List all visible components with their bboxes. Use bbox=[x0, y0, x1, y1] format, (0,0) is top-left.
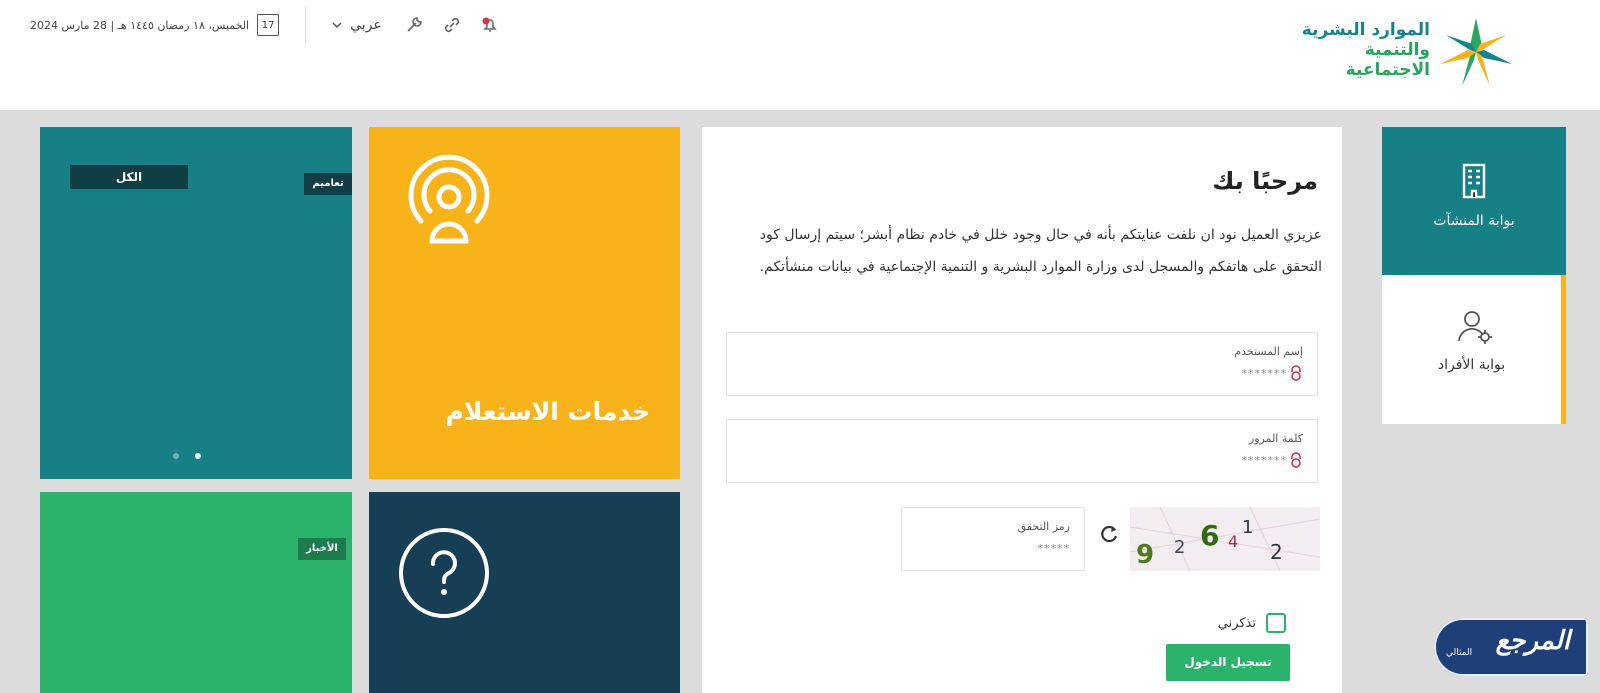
captcha-image: 9 2 6 4 1 2 bbox=[1130, 507, 1320, 571]
top-utility-bar: الخميس، ١٨ رمضان ١٤٤٥ هـ | 28 مارس 2024 … bbox=[30, 7, 500, 43]
tab-establishments-portal[interactable]: بوابة المنشآت bbox=[1382, 127, 1566, 275]
broadcast-user-icon bbox=[408, 154, 490, 244]
svg-text:6: 6 bbox=[1200, 519, 1219, 552]
refresh-captcha-icon[interactable] bbox=[1098, 523, 1120, 545]
filter-all-tag[interactable]: الكل bbox=[70, 165, 188, 189]
username-input[interactable]: ******* bbox=[1242, 367, 1288, 380]
language-label: عربي bbox=[350, 17, 382, 33]
building-icon bbox=[1462, 163, 1486, 199]
current-date: الخميس، ١٨ رمضان ١٤٤٥ هـ | 28 مارس 2024 bbox=[30, 18, 250, 32]
wrench-icon[interactable] bbox=[404, 15, 424, 35]
lock-icon bbox=[1291, 365, 1301, 381]
header-divider bbox=[305, 7, 307, 43]
watermark-main: المرجع bbox=[1495, 626, 1570, 656]
calendar-day: 17 bbox=[261, 20, 275, 31]
user-settings-icon bbox=[1458, 311, 1492, 344]
logo-text: الموارد البشرية والتنمية الاجتماعية bbox=[1280, 20, 1430, 80]
remember-checkbox[interactable] bbox=[1266, 613, 1286, 633]
news-tag: الأخبار bbox=[298, 538, 346, 560]
establishments-portal-label: بوابة المنشآت bbox=[1433, 213, 1515, 229]
lock-icon bbox=[1291, 452, 1301, 468]
carousel-dot[interactable] bbox=[173, 453, 179, 459]
watermark-logo: المرجع المثالي bbox=[1434, 618, 1588, 676]
svg-text:2: 2 bbox=[1174, 537, 1185, 558]
ministry-emblem-icon bbox=[1440, 18, 1512, 86]
circulars-tile[interactable]: الكل تعاميم bbox=[40, 127, 352, 479]
system-notice: عزيزي العميل نود ان نلفت عنايتكم بأنه في… bbox=[759, 227, 1322, 275]
question-mark-icon bbox=[399, 528, 489, 618]
link-icon[interactable] bbox=[442, 15, 462, 35]
password-field[interactable]: كلمة المرور ******* bbox=[726, 419, 1318, 483]
svg-text:2: 2 bbox=[1270, 540, 1283, 564]
login-button[interactable]: تسجيل الدخول bbox=[1166, 644, 1290, 681]
username-label: إسم المستخدم bbox=[1234, 345, 1303, 358]
ministry-logo[interactable]: الموارد البشرية والتنمية الاجتماعية bbox=[1280, 14, 1520, 90]
captcha-field[interactable]: رمز التحقق ***** bbox=[901, 507, 1085, 571]
logo-line-1: الموارد البشرية bbox=[1301, 20, 1430, 40]
site-header: الموارد البشرية والتنمية الاجتماعية الخم… bbox=[0, 0, 1600, 110]
password-input[interactable]: ******* bbox=[1242, 454, 1288, 467]
inquiry-services-tile[interactable]: خدمات الاستعلام bbox=[369, 127, 680, 479]
svg-text:9: 9 bbox=[1136, 540, 1154, 570]
calendar-icon[interactable]: 17 bbox=[257, 14, 280, 36]
notification-bell-icon[interactable] bbox=[480, 15, 500, 35]
carousel-dots bbox=[173, 453, 201, 459]
captcha-label: رمز التحقق bbox=[1017, 520, 1070, 533]
chevron-down-icon bbox=[332, 22, 342, 29]
remember-me[interactable]: تذكرني bbox=[1218, 613, 1286, 633]
logo-line-2: والتنمية الاجتماعية bbox=[1345, 40, 1430, 80]
circulars-tag: تعاميم bbox=[304, 173, 352, 195]
carousel-dot-active[interactable] bbox=[195, 453, 201, 459]
password-label: كلمة المرور bbox=[1248, 432, 1303, 445]
watermark-sub: المثالي bbox=[1446, 648, 1473, 658]
inquiry-services-title: خدمات الاستعلام bbox=[445, 397, 650, 426]
welcome-heading: مرحبًا بك bbox=[1212, 167, 1318, 195]
captcha-input[interactable]: ***** bbox=[1038, 542, 1071, 555]
svg-text:4: 4 bbox=[1228, 532, 1238, 551]
news-tile[interactable]: الأخبار bbox=[40, 492, 352, 693]
username-field[interactable]: إسم المستخدم ******* bbox=[726, 332, 1318, 396]
captcha-graphic: 9 2 6 4 1 2 bbox=[1130, 507, 1320, 571]
individuals-portal-label: بوابة الأفراد bbox=[1437, 357, 1506, 373]
tab-individuals-portal[interactable]: بوابة الأفراد bbox=[1382, 275, 1566, 424]
help-tile[interactable] bbox=[369, 492, 680, 693]
login-card: مرحبًا بك عزيزي العميل نود ان نلفت عنايت… bbox=[702, 127, 1342, 693]
remember-label: تذكرني bbox=[1217, 615, 1256, 631]
language-selector[interactable]: عربي bbox=[332, 17, 382, 33]
svg-text:1: 1 bbox=[1242, 517, 1253, 538]
